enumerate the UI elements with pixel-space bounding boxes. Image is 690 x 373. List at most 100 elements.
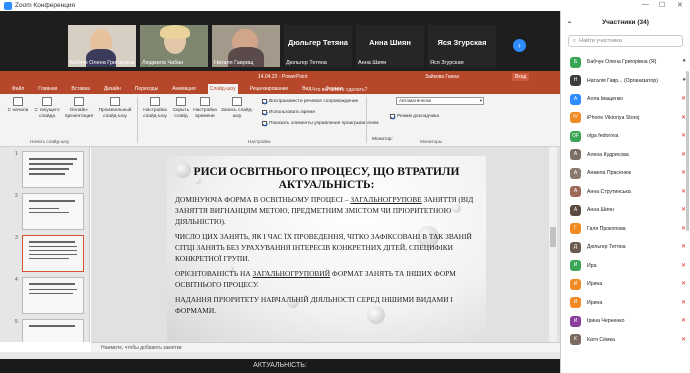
participant-row[interactable]: А Анжела Прасенюк ✕ <box>561 164 690 183</box>
current-slide[interactable]: РИСИ ОСВІТНЬОГО ПРОЦЕСУ, ЩО ВТРАТИЛИ АКТ… <box>167 156 486 341</box>
hide-slide-button[interactable]: Скрыть слайд <box>170 97 192 119</box>
participant-row[interactable]: OF olga fedorova ✕ <box>561 127 690 146</box>
slide-thumbnail[interactable] <box>22 193 84 230</box>
tab-design[interactable]: Дизайн <box>102 84 123 94</box>
participant-row[interactable]: К Катя Сёмка ✕ <box>561 331 690 350</box>
thumb-text-line <box>29 283 75 285</box>
slide-thumbnail[interactable] <box>22 319 84 342</box>
custom-show-button[interactable]: Произвольный слайд-шоу <box>98 97 132 119</box>
zoom-window: Zoom Конференция — ☐ ✕ Бабчук Олена Григ… <box>0 0 690 373</box>
mic-muted-icon[interactable]: ✕ <box>681 336 686 343</box>
media-controls-checkbox[interactable]: Показать элементы управления проигрывате… <box>262 121 379 126</box>
button-label: Онлайн-презентация <box>64 108 94 119</box>
tab-review[interactable]: Рецензирование <box>248 84 291 94</box>
editor-scrollbar[interactable] <box>549 147 557 342</box>
checkbox-checked-icon <box>262 110 267 115</box>
mic-muted-icon[interactable]: ✕ <box>681 280 686 287</box>
thumb-text-line <box>29 163 73 165</box>
setup-icon <box>150 97 160 106</box>
participant-row[interactable]: Б Бабчук Олена Григорівна (Я) ● <box>561 53 690 72</box>
participant-row[interactable]: И Ира ✕ <box>561 257 690 276</box>
participant-row[interactable]: И Ирина ✕ <box>561 275 690 294</box>
slide-thumbnail[interactable] <box>22 277 84 314</box>
tile-big-name: Анна Шиян <box>369 38 411 47</box>
slide-paragraph: Число цих занять, як і час їх проведення… <box>175 232 472 263</box>
video-tile[interactable]: Бабчук Олена Григорівна <box>68 25 136 67</box>
mic-muted-icon[interactable]: ✕ <box>681 299 686 306</box>
rehearse-button[interactable]: Настройка времени <box>193 97 217 119</box>
record-button[interactable]: Запись слайд-шоу <box>218 97 256 119</box>
participant-row[interactable]: А Алла Іващенко ✕ <box>561 90 690 109</box>
sign-in-button[interactable]: Вход <box>512 73 530 81</box>
monitor-label: Монитор: <box>372 137 393 142</box>
maximize-icon[interactable]: ☐ <box>659 1 665 9</box>
presenter-view-checkbox[interactable]: Режим докладчика <box>390 114 439 119</box>
participant-name: Ира <box>587 262 597 269</box>
thumb-text-line <box>29 246 77 247</box>
participant-list: Б Бабчук Олена Григорівна (Я) ● Н Наталія Га… <box>561 53 690 349</box>
narration-checkbox[interactable]: Воспроизвести речевое сопровождение <box>262 99 358 104</box>
slideshow-current-icon <box>42 97 52 106</box>
gallery-next-button[interactable]: › <box>513 39 526 52</box>
checkbox-checked-icon <box>262 121 267 126</box>
participant-row[interactable]: Д Дюльгер Тетяна ✕ <box>561 238 690 257</box>
ribbon-divider <box>366 97 367 143</box>
thumb-text-line <box>29 289 77 290</box>
ribbon: С начала С текущего слайда Онлайн-презен… <box>0 94 560 147</box>
video-tile[interactable]: Яся Згурская Яся Згурская <box>428 25 496 67</box>
participant-name: Анжела Прасенюк <box>587 170 631 177</box>
video-tile[interactable]: Наталя Гаврищ <box>212 25 280 67</box>
ppt-user[interactable]: Зайкова Ганна <box>425 74 459 80</box>
slide-title: РИСИ ОСВІТНЬОГО ПРОЦЕСУ, ЩО ВТРАТИЛИ АКТ… <box>193 166 460 191</box>
participant-row[interactable]: IV iPhone Viktoriya Storoj ✕ <box>561 109 690 128</box>
participant-name: Ирина <box>587 299 603 306</box>
participant-name: Анна Шиян <box>587 207 614 214</box>
tab-slideshow[interactable]: Слайд-шоу <box>207 84 238 94</box>
participant-row[interactable]: И Ірина Черненко ✕ <box>561 312 690 331</box>
tile-big-name: Дюльгер Тетяна <box>288 38 348 47</box>
video-tile[interactable]: Анна Шиян Анна Шиян <box>356 25 424 67</box>
mic-muted-icon[interactable]: ✕ <box>681 317 686 324</box>
setup-button[interactable]: Настройка слайд-шоу <box>141 97 169 119</box>
thumb-text-line <box>29 158 77 160</box>
collapse-chevron-icon[interactable]: ⌄ <box>567 18 572 25</box>
tab-home[interactable]: Главная <box>36 84 59 94</box>
participant-scrollbar[interactable] <box>686 71 689 231</box>
participant-row[interactable]: А Алена Кудрясова ✕ <box>561 146 690 165</box>
tab-transitions[interactable]: Переходы <box>133 84 160 94</box>
participants-header: ⌄ Участники (34) <box>561 11 690 33</box>
participant-row[interactable]: И Ирина ✕ <box>561 294 690 313</box>
slide-thumbnail[interactable] <box>22 151 84 188</box>
video-tile[interactable]: Людмила Чабан <box>140 25 208 67</box>
avatar: А <box>570 167 581 179</box>
participant-row[interactable]: Н Наталія Гавр... (Организатор) ● <box>561 72 690 91</box>
participant-row[interactable]: А Анна Струтинська ✕ <box>561 183 690 202</box>
notes-pane[interactable]: Нажмите, чтобы добавить заметки <box>91 342 560 352</box>
timings-checkbox[interactable]: Использовать время <box>262 110 315 115</box>
from-current-button[interactable]: С текущего слайда <box>34 97 60 119</box>
button-label: Запись слайд-шоу <box>220 108 253 119</box>
checkbox-checked-icon <box>262 99 267 104</box>
monitor-select[interactable]: Автоматически <box>396 97 484 105</box>
mic-icon[interactable]: ● <box>682 58 686 64</box>
slide-editor: РИСИ ОСВІТНЬОГО ПРОЦЕСУ, ЩО ВТРАТИЛИ АКТ… <box>91 147 560 342</box>
hide-slide-icon <box>176 97 186 106</box>
tab-animation[interactable]: Анимация <box>170 84 197 94</box>
ribbon-tabs: Файл Главная Вставка Дизайн Переходы Ани… <box>0 83 560 94</box>
participant-name: Наталія Гавр... (Организатор) <box>587 77 658 84</box>
mic-muted-icon[interactable]: ✕ <box>681 243 686 250</box>
online-button[interactable]: Онлайн-презентация <box>64 97 94 119</box>
close-icon[interactable]: ✕ <box>677 1 683 9</box>
slide-thumbnail-active[interactable] <box>22 235 84 272</box>
participant-row[interactable]: А Анна Шиян ✕ <box>561 201 690 220</box>
minimize-icon[interactable]: — <box>642 1 649 8</box>
tab-file[interactable]: Файл <box>10 84 26 94</box>
tab-insert[interactable]: Вставка <box>69 84 92 94</box>
avatar: И <box>570 260 581 272</box>
mic-muted-icon[interactable]: ✕ <box>681 262 686 269</box>
from-start-button[interactable]: С начала <box>6 97 30 114</box>
video-tile[interactable]: Дюльгер Тетяна Дюльгер Тетяна <box>284 25 352 67</box>
participant-row[interactable]: Г Галя Прокопова ✕ <box>561 220 690 239</box>
scroll-thumb[interactable] <box>550 227 556 247</box>
participant-search-input[interactable]: ⌕ Найти участника <box>568 35 683 47</box>
